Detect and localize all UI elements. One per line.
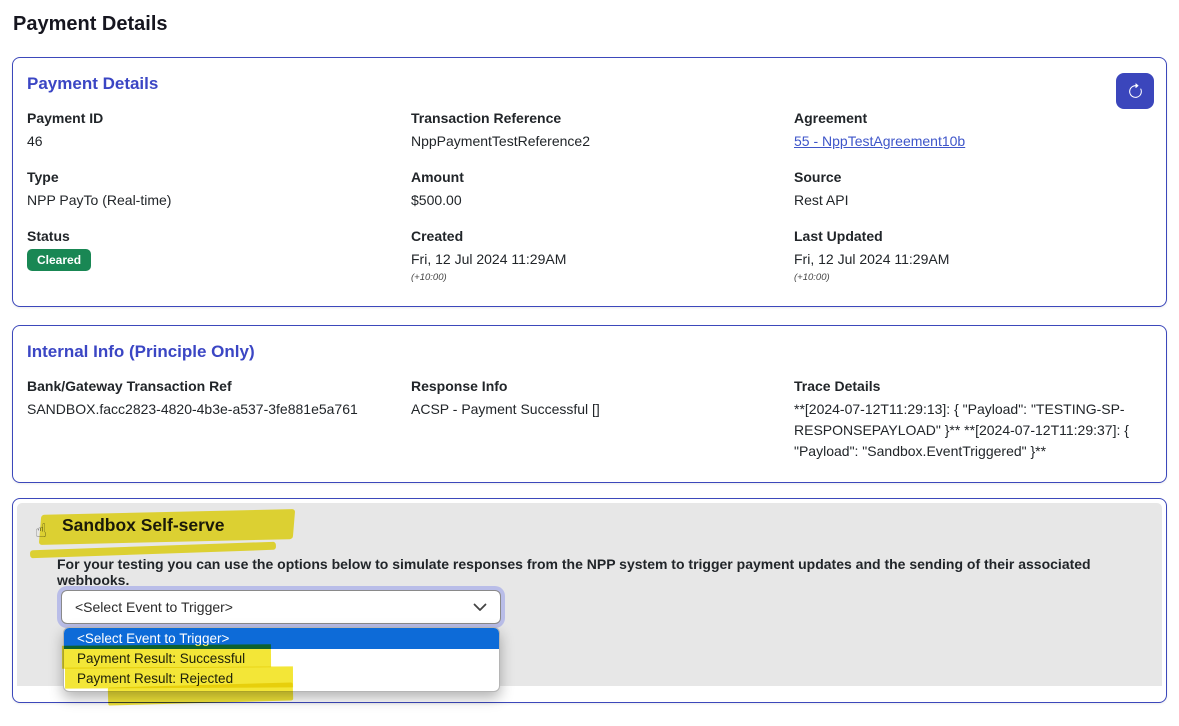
last-updated-timezone: (+10:00) [794,272,1152,283]
transaction-reference-value: NppPaymentTestReference2 [411,131,794,151]
created-timezone: (+10:00) [411,272,794,283]
response-info-value: ACSP - Payment Successful [] [411,399,794,419]
field-bank-ref: Bank/Gateway Transaction Ref SANDBOX.fac… [27,378,411,462]
last-updated-label: Last Updated [794,228,1152,244]
agreement-label: Agreement [794,110,1152,126]
sandbox-card-title: Sandbox Self-serve [62,515,224,536]
page-title: Payment Details [13,13,1167,36]
internal-info-card: Internal Info (Principle Only) Bank/Gate… [12,325,1167,483]
field-agreement: Agreement 55 - NppTestAgreement10b [794,110,1152,151]
last-updated-value: Fri, 12 Jul 2024 11:29AM [794,249,1152,269]
amount-label: Amount [411,169,794,185]
type-value: NPP PayTo (Real-time) [27,190,411,210]
source-label: Source [794,169,1152,185]
response-info-label: Response Info [411,378,794,394]
dropdown-option-select-event[interactable]: <Select Event to Trigger> [64,628,499,649]
chevron-down-icon [473,603,487,612]
event-trigger-dropdown: <Select Event to Trigger> Payment Result… [63,627,500,692]
field-source: Source Rest API [794,169,1152,210]
field-transaction-reference: Transaction Reference NppPaymentTestRefe… [411,110,794,151]
payment-details-card: Payment Details Payment ID 46 Transactio… [12,57,1167,307]
event-trigger-select[interactable]: <Select Event to Trigger> [61,590,501,624]
event-select-value: <Select Event to Trigger> [75,599,233,615]
internal-card-title: Internal Info (Principle Only) [27,342,1152,362]
bank-ref-label: Bank/Gateway Transaction Ref [27,378,411,394]
payment-id-label: Payment ID [27,110,411,126]
status-badge: Cleared [27,249,91,271]
sandbox-self-serve-card: ☝ Sandbox Self-serve For your testing yo… [12,498,1167,703]
sandbox-description: For your testing you can use the options… [57,556,1162,588]
field-created: Created Fri, 12 Jul 2024 11:29AM (+10:00… [411,228,794,283]
trace-details-label: Trace Details [794,378,1152,394]
transaction-reference-label: Transaction Reference [411,110,794,126]
agreement-link[interactable]: 55 - NppTestAgreement10b [794,133,965,149]
payment-card-title: Payment Details [27,74,1152,94]
field-status: Status Cleared [27,228,411,283]
refresh-button[interactable] [1116,73,1154,109]
type-label: Type [27,169,411,185]
dropdown-option-payment-successful[interactable]: Payment Result: Successful [64,649,499,669]
dropdown-option-payment-rejected[interactable]: Payment Result: Rejected [64,669,499,689]
hand-pointer-icon: ☝ [35,520,47,542]
status-label: Status [27,228,411,244]
amount-value: $500.00 [411,190,794,210]
payment-id-value: 46 [27,131,411,151]
refresh-icon [1127,83,1144,100]
field-last-updated: Last Updated Fri, 12 Jul 2024 11:29AM (+… [794,228,1152,283]
created-label: Created [411,228,794,244]
field-trace-details: Trace Details **[2024-07-12T11:29:13]: {… [794,378,1152,462]
source-value: Rest API [794,190,1152,210]
field-amount: Amount $500.00 [411,169,794,210]
field-response-info: Response Info ACSP - Payment Successful … [411,378,794,462]
created-value: Fri, 12 Jul 2024 11:29AM [411,249,794,269]
trace-details-value: **[2024-07-12T11:29:13]: { "Payload": "T… [794,399,1152,462]
field-payment-id: Payment ID 46 [27,110,411,151]
bank-ref-value: SANDBOX.facc2823-4820-4b3e-a537-3fe881e5… [27,399,411,419]
field-type: Type NPP PayTo (Real-time) [27,169,411,210]
